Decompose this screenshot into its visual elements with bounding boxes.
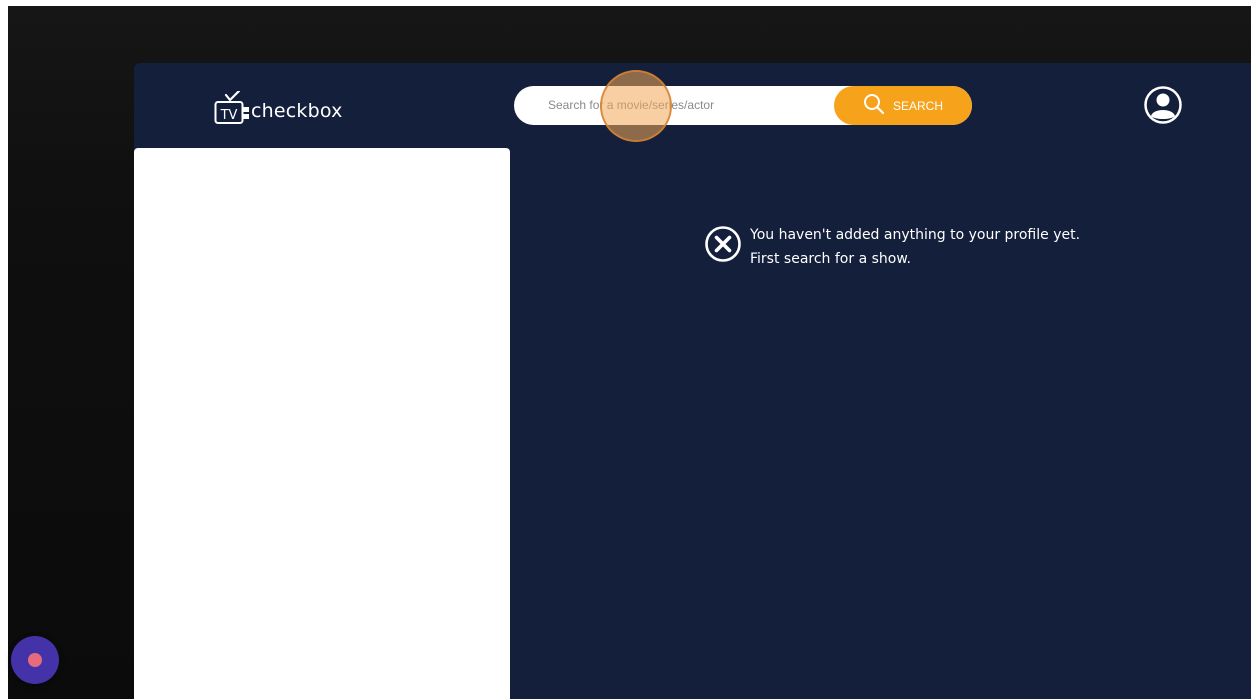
floating-widget-button[interactable]	[11, 636, 59, 684]
search-button-label: SEARCH	[892, 98, 943, 113]
search-button[interactable]: SEARCH	[834, 86, 972, 125]
search-input[interactable]	[548, 94, 828, 116]
close-circle-icon	[704, 225, 742, 263]
search-icon	[863, 93, 885, 118]
tv-logo-icon: TV	[214, 89, 250, 125]
browser-viewport: TV checkbox SEARCH	[8, 6, 1251, 699]
logo-text: checkbox	[251, 100, 343, 122]
empty-state-line-1: You haven't added anything to your profi…	[750, 227, 1081, 243]
sidebar-panel	[134, 148, 510, 699]
empty-state-text: You haven't added anything to your profi…	[750, 223, 1080, 271]
search-bar: SEARCH	[514, 86, 972, 125]
logo[interactable]: TV checkbox	[214, 89, 343, 125]
logo-badge-text: TV	[220, 108, 238, 123]
empty-state-line-2: First search for a show.	[750, 251, 911, 267]
empty-state-message: You haven't added anything to your profi…	[704, 223, 1080, 271]
record-dot-icon	[28, 653, 42, 667]
app-container: TV checkbox SEARCH	[134, 63, 1251, 699]
user-circle-icon	[1143, 86, 1183, 128]
profile-button[interactable]	[1143, 85, 1183, 125]
